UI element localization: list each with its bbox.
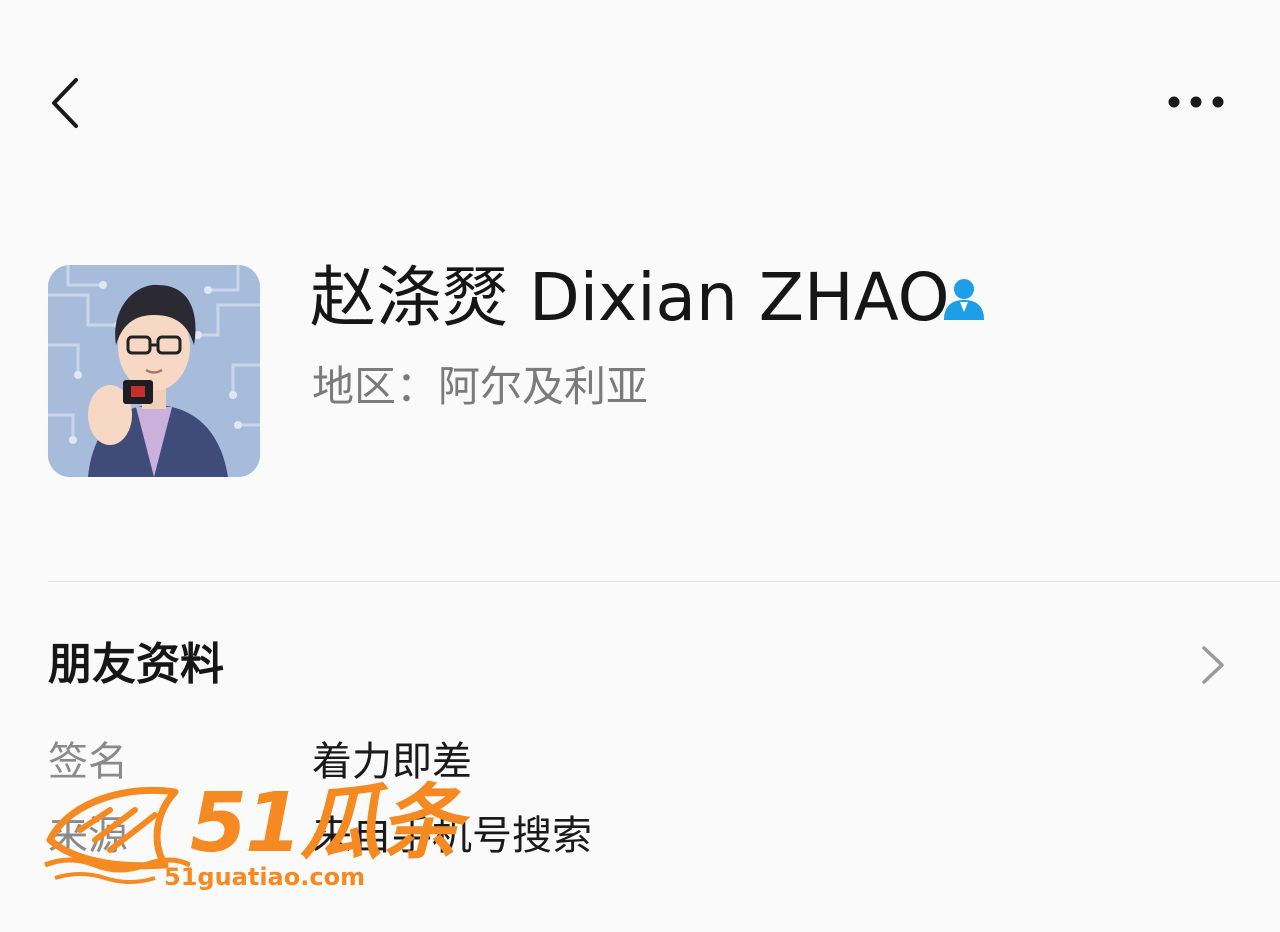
- display-name: 赵涤燹 Dixian ZHAO: [310, 259, 950, 336]
- back-button[interactable]: [40, 70, 96, 134]
- watermark-url: 51guatiao.com: [164, 863, 366, 891]
- source-label: 来源: [48, 813, 128, 859]
- avatar[interactable]: [48, 265, 260, 477]
- signature-label: 签名: [48, 739, 128, 785]
- source-value: 来自手机号搜索: [312, 813, 592, 859]
- avatar-illustration: [48, 265, 260, 477]
- chevron-right-icon: [1198, 642, 1228, 688]
- signature-value: 着力即差: [312, 739, 472, 785]
- more-button[interactable]: [1160, 82, 1236, 122]
- friend-info-title: 朋友资料: [48, 639, 224, 690]
- divider: [48, 581, 1280, 582]
- more-horizontal-icon: [1168, 96, 1224, 108]
- friend-info-row[interactable]: 朋友资料: [0, 620, 1280, 710]
- person-icon: [940, 276, 988, 320]
- chevron-left-icon: [52, 78, 78, 128]
- region-text: 地区：阿尔及利亚: [312, 362, 649, 411]
